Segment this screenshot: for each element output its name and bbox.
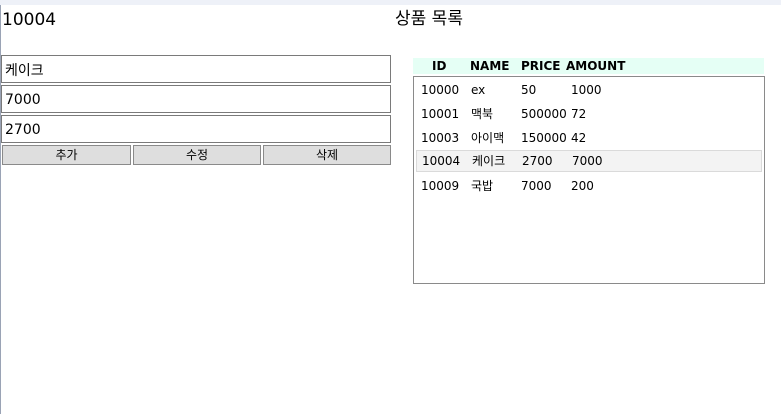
cell-amount: 1000 (571, 83, 602, 97)
selected-id-label: 10004 (2, 10, 57, 30)
column-header-name[interactable]: NAME (470, 58, 509, 74)
cell-price: 500000 (521, 107, 567, 121)
cell-price: 150000 (521, 131, 567, 145)
product-table-header: ID NAME PRICE AMOUNT (413, 58, 764, 74)
cell-price: 50 (521, 83, 537, 97)
product-row[interactable]: 10000 ex 50 1000 (416, 79, 762, 101)
window-top-strip (0, 0, 781, 5)
amount-input[interactable] (1, 115, 391, 143)
product-list[interactable]: 10000 ex 50 1000 10001 맥북 500000 72 1000… (413, 76, 765, 284)
column-header-price[interactable]: PRICE (521, 58, 561, 74)
product-row[interactable]: 10001 맥북 500000 72 (416, 103, 762, 125)
product-row-selected[interactable]: 10004 케이크 2700 7000 (416, 150, 762, 172)
cell-amount: 72 (571, 107, 587, 121)
delete-button[interactable]: 삭제 (263, 145, 391, 165)
column-header-id[interactable]: ID (432, 58, 446, 74)
name-input[interactable] (1, 55, 391, 83)
product-row[interactable]: 10009 국밥 7000 200 (416, 175, 762, 197)
column-header-amount[interactable]: AMOUNT (566, 58, 625, 74)
price-input[interactable] (1, 85, 391, 113)
cell-amount: 42 (571, 131, 587, 145)
cell-name: 맥북 (471, 107, 494, 121)
cell-name: 케이크 (472, 154, 506, 168)
cell-id: 10003 (421, 131, 460, 145)
cell-amount: 200 (571, 179, 594, 193)
cell-name: 아이맥 (471, 131, 505, 145)
edit-button[interactable]: 수정 (133, 145, 261, 165)
cell-id: 10000 (421, 83, 460, 97)
cell-price: 7000 (521, 179, 552, 193)
cell-id: 10001 (421, 107, 460, 121)
add-button[interactable]: 추가 (2, 145, 131, 165)
product-row[interactable]: 10003 아이맥 150000 42 (416, 127, 762, 149)
page-title: 상품 목록 (395, 9, 463, 29)
cell-name: ex (471, 83, 486, 97)
cell-id: 10004 (422, 154, 461, 168)
cell-id: 10009 (421, 179, 460, 193)
cell-name: 국밥 (471, 179, 494, 193)
cell-price: 2700 (522, 154, 553, 168)
cell-amount: 7000 (572, 154, 603, 168)
